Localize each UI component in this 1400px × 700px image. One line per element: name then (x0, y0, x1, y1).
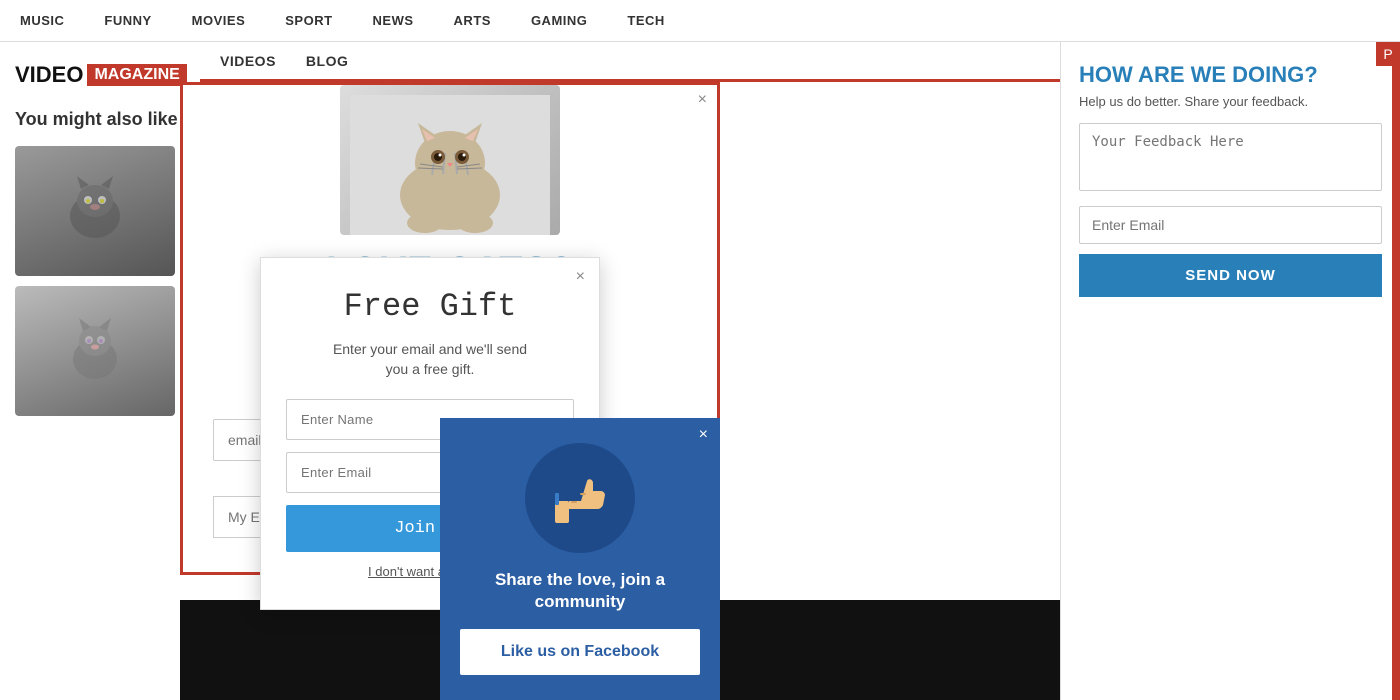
secondary-navigation: VIDEOS BLOG (200, 42, 1060, 82)
nav-music[interactable]: MUSIC (20, 13, 64, 28)
love-cats-close-button[interactable]: × (698, 91, 707, 109)
nav-movies[interactable]: MOVIES (192, 13, 246, 28)
cat-thumbnail-1 (15, 146, 175, 276)
nav-funny[interactable]: FUNNY (104, 13, 151, 28)
cat-illustration (340, 85, 560, 235)
top-navigation: MUSIC FUNNY MOVIES SPORT NEWS ARTS GAMIN… (0, 0, 1400, 42)
nav-gaming[interactable]: GAMING (531, 13, 587, 28)
feedback-panel: P HOW ARE WE DOING? Help us do better. S… (1060, 42, 1400, 700)
nav-blog[interactable]: BLOG (306, 53, 348, 69)
center-area: VIDEOS BLOG × (200, 42, 1060, 700)
top-right-corner: P (1376, 42, 1400, 66)
feedback-subtitle: Help us do better. Share your feedback. (1079, 94, 1382, 109)
nav-arts[interactable]: ARTS (454, 13, 491, 28)
feedback-textarea[interactable] (1079, 123, 1382, 191)
feedback-title: HOW ARE WE DOING? (1079, 62, 1382, 88)
brand-logo: VIDEO MAGAZINE (15, 62, 185, 88)
nav-sport[interactable]: SPORT (285, 13, 332, 28)
pinterest-icon[interactable]: P (1383, 46, 1392, 62)
facebook-share-text: Share the love, join a community (460, 569, 700, 613)
main-content: VIDEO MAGAZINE You might also like (0, 42, 1400, 700)
you-might-also-like: You might also like (15, 108, 185, 131)
facebook-like-button[interactable]: Like us on Facebook (460, 629, 700, 675)
brand-video-text: VIDEO (15, 62, 83, 88)
brand-magazine-text: MAGAZINE (87, 64, 186, 86)
free-gift-close-button[interactable]: × (576, 268, 585, 286)
nav-tech[interactable]: TECH (627, 13, 664, 28)
feedback-email-input[interactable] (1079, 206, 1382, 244)
nav-videos[interactable]: VIDEOS (220, 53, 276, 69)
free-gift-title: Free Gift (286, 288, 574, 325)
red-accent-bar (1392, 42, 1400, 700)
left-sidebar: VIDEO MAGAZINE You might also like (0, 42, 200, 700)
facebook-popup: × Share the love, join a community Like … (440, 418, 720, 700)
facebook-thumbs-circle (525, 443, 635, 553)
send-now-button[interactable]: SEND NOW (1079, 254, 1382, 297)
cat-image-area (183, 85, 717, 235)
free-gift-description: Enter your email and we'll sendyou a fre… (286, 340, 574, 379)
facebook-popup-close-button[interactable]: × (699, 426, 708, 444)
cat-thumbnail-2 (15, 286, 175, 416)
nav-news[interactable]: NEWS (373, 13, 414, 28)
